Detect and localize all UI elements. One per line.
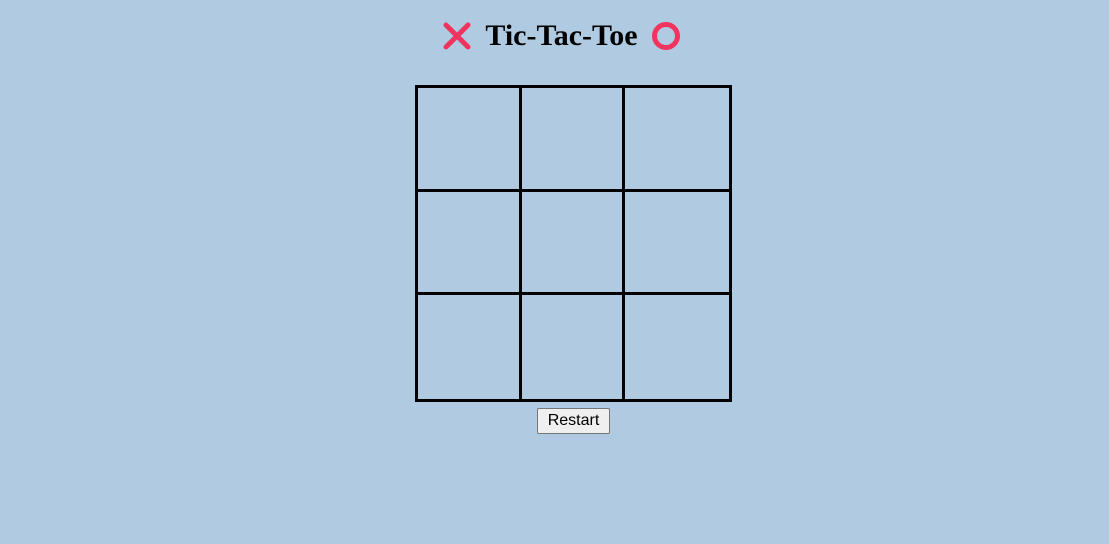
board-cell-8[interactable] xyxy=(522,295,626,399)
board-cell-4[interactable] xyxy=(418,191,522,296)
game-board xyxy=(415,85,732,402)
board-cell-9[interactable] xyxy=(625,295,729,399)
board-cell-1[interactable] xyxy=(418,88,522,192)
board-cell-6[interactable] xyxy=(625,192,729,296)
x-mark-icon xyxy=(443,22,471,50)
restart-button[interactable]: Restart xyxy=(537,408,610,434)
board-cell-2[interactable] xyxy=(521,88,626,192)
board-cell-3[interactable] xyxy=(625,88,729,192)
game-header: Tic-Tac-Toe xyxy=(0,18,1109,54)
o-ring-icon xyxy=(651,22,680,50)
board-cell-5[interactable] xyxy=(521,191,626,296)
board-cell-7[interactable] xyxy=(418,295,522,399)
page-title: Tic-Tac-Toe xyxy=(485,19,638,52)
